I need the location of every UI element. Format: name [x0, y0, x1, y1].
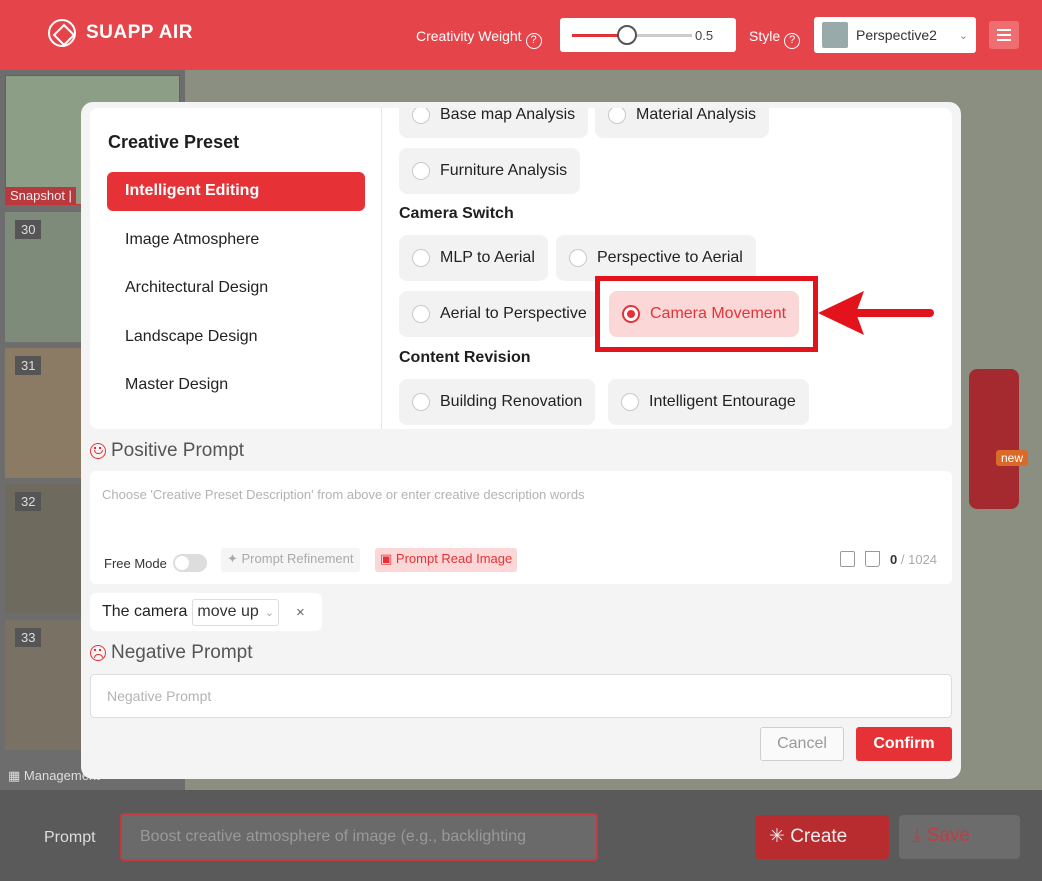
radio-icon [412, 162, 430, 180]
annotation-arrow-icon [818, 291, 934, 335]
radio-icon [412, 249, 430, 267]
help-icon[interactable]: ? [784, 33, 801, 49]
chevron-down-icon: ⌄ [264, 606, 274, 619]
radio-icon [412, 305, 430, 323]
trash-icon[interactable] [865, 551, 880, 567]
top-bar: SUAPP AIR Creativity Weight? 0.5 Style? … [0, 0, 1042, 70]
snapshot-label: Snapshot | [6, 187, 76, 204]
slider-handle[interactable] [617, 25, 637, 45]
close-icon[interactable]: × [296, 604, 305, 621]
preset-card: Creative Preset Intelligent Editing Imag… [90, 108, 952, 429]
menu-button[interactable] [989, 21, 1019, 49]
style-select-value: Perspective2 [856, 27, 937, 43]
smile-icon [90, 443, 106, 459]
prompt-refinement-button[interactable]: ✦ Prompt Refinement [221, 548, 360, 572]
category-intelligent-editing[interactable]: Intelligent Editing [107, 172, 365, 211]
positive-prompt-placeholder: Choose 'Creative Preset Description' fro… [102, 487, 585, 502]
menu-icon [997, 29, 1011, 31]
logo-icon [48, 19, 76, 47]
save-icon[interactable] [840, 551, 855, 567]
char-counter: 0 / 1024 [890, 551, 938, 567]
style-thumbnail [822, 22, 848, 48]
camera-chip: The camera move up ⌄ × [90, 593, 322, 631]
option-intelligent-entourage[interactable]: Intelligent Entourage [608, 379, 809, 425]
free-mode-toggle[interactable] [172, 554, 207, 572]
free-mode: Free Mode [104, 554, 207, 572]
category-image-atmosphere[interactable]: Image Atmosphere [107, 221, 365, 260]
preset-title: Creative Preset [108, 132, 240, 152]
annotation-highlight-box [595, 276, 818, 352]
category-master-design[interactable]: Master Design [107, 366, 365, 405]
category-landscape-design[interactable]: Landscape Design [107, 318, 365, 357]
category-architectural-design[interactable]: Architectural Design [107, 269, 365, 308]
right-toolbar [969, 369, 1019, 509]
help-icon[interactable]: ? [525, 33, 542, 49]
option-base-map-analysis[interactable]: Base map Analysis [399, 108, 589, 138]
frown-icon [90, 645, 106, 661]
brand-name: SUAPP AIR [86, 22, 193, 43]
option-material-analysis[interactable]: Material Analysis [595, 108, 770, 138]
option-perspective-to-aerial[interactable]: Perspective to Aerial [556, 235, 756, 281]
style-select[interactable]: Perspective2 ⌄ [814, 17, 976, 53]
prompt-read-image-button[interactable]: ▣ Prompt Read Image [375, 548, 518, 572]
prompt-label: Prompt [44, 829, 96, 846]
option-building-renovation[interactable]: Building Renovation [399, 379, 596, 425]
chevron-down-icon: ⌄ [958, 29, 968, 42]
creativity-weight-slider[interactable]: 0.5 [560, 18, 736, 52]
option-aerial-to-perspective[interactable]: Aerial to Perspective [399, 291, 600, 337]
brand: SUAPP AIR [48, 19, 193, 47]
radio-icon [569, 249, 587, 267]
create-button[interactable]: ✳ Create [755, 815, 889, 859]
option-mlp-to-aerial[interactable]: MLP to Aerial [399, 235, 548, 281]
confirm-button[interactable]: Confirm [856, 727, 952, 761]
camera-direction-select[interactable]: move up ⌄ [192, 598, 279, 626]
positive-prompt-header: Positive Prompt [90, 440, 244, 462]
radio-icon [412, 108, 430, 124]
content-revision-title: Content Revision [399, 349, 531, 366]
creativity-weight-label: Creativity Weight? [416, 28, 542, 49]
negative-prompt-input[interactable]: Negative Prompt [90, 674, 952, 718]
prompt-input[interactable]: Boost creative atmosphere of image (e.g.… [120, 813, 598, 861]
prompt-tools: 0 / 1024 [840, 551, 937, 567]
menu-icon [997, 34, 1011, 36]
new-badge: new [996, 450, 1029, 466]
preset-category-list: Creative Preset Intelligent Editing Imag… [90, 108, 382, 429]
option-furniture-analysis[interactable]: Furniture Analysis [399, 148, 581, 194]
radio-icon [621, 393, 639, 411]
positive-prompt-box[interactable]: Choose 'Creative Preset Description' fro… [90, 471, 952, 584]
style-label: Style? [749, 28, 801, 49]
radio-icon [608, 108, 626, 124]
negative-prompt-header: Negative Prompt [90, 642, 253, 664]
creative-preset-modal: Creative Preset Intelligent Editing Imag… [81, 102, 961, 779]
radio-icon [412, 393, 430, 411]
slider-value: 0.5 [695, 28, 714, 43]
save-button[interactable]: ⤓ Save [899, 815, 1020, 859]
menu-icon [997, 39, 1011, 41]
camera-switch-title: Camera Switch [399, 205, 514, 222]
cancel-button[interactable]: Cancel [760, 727, 844, 761]
